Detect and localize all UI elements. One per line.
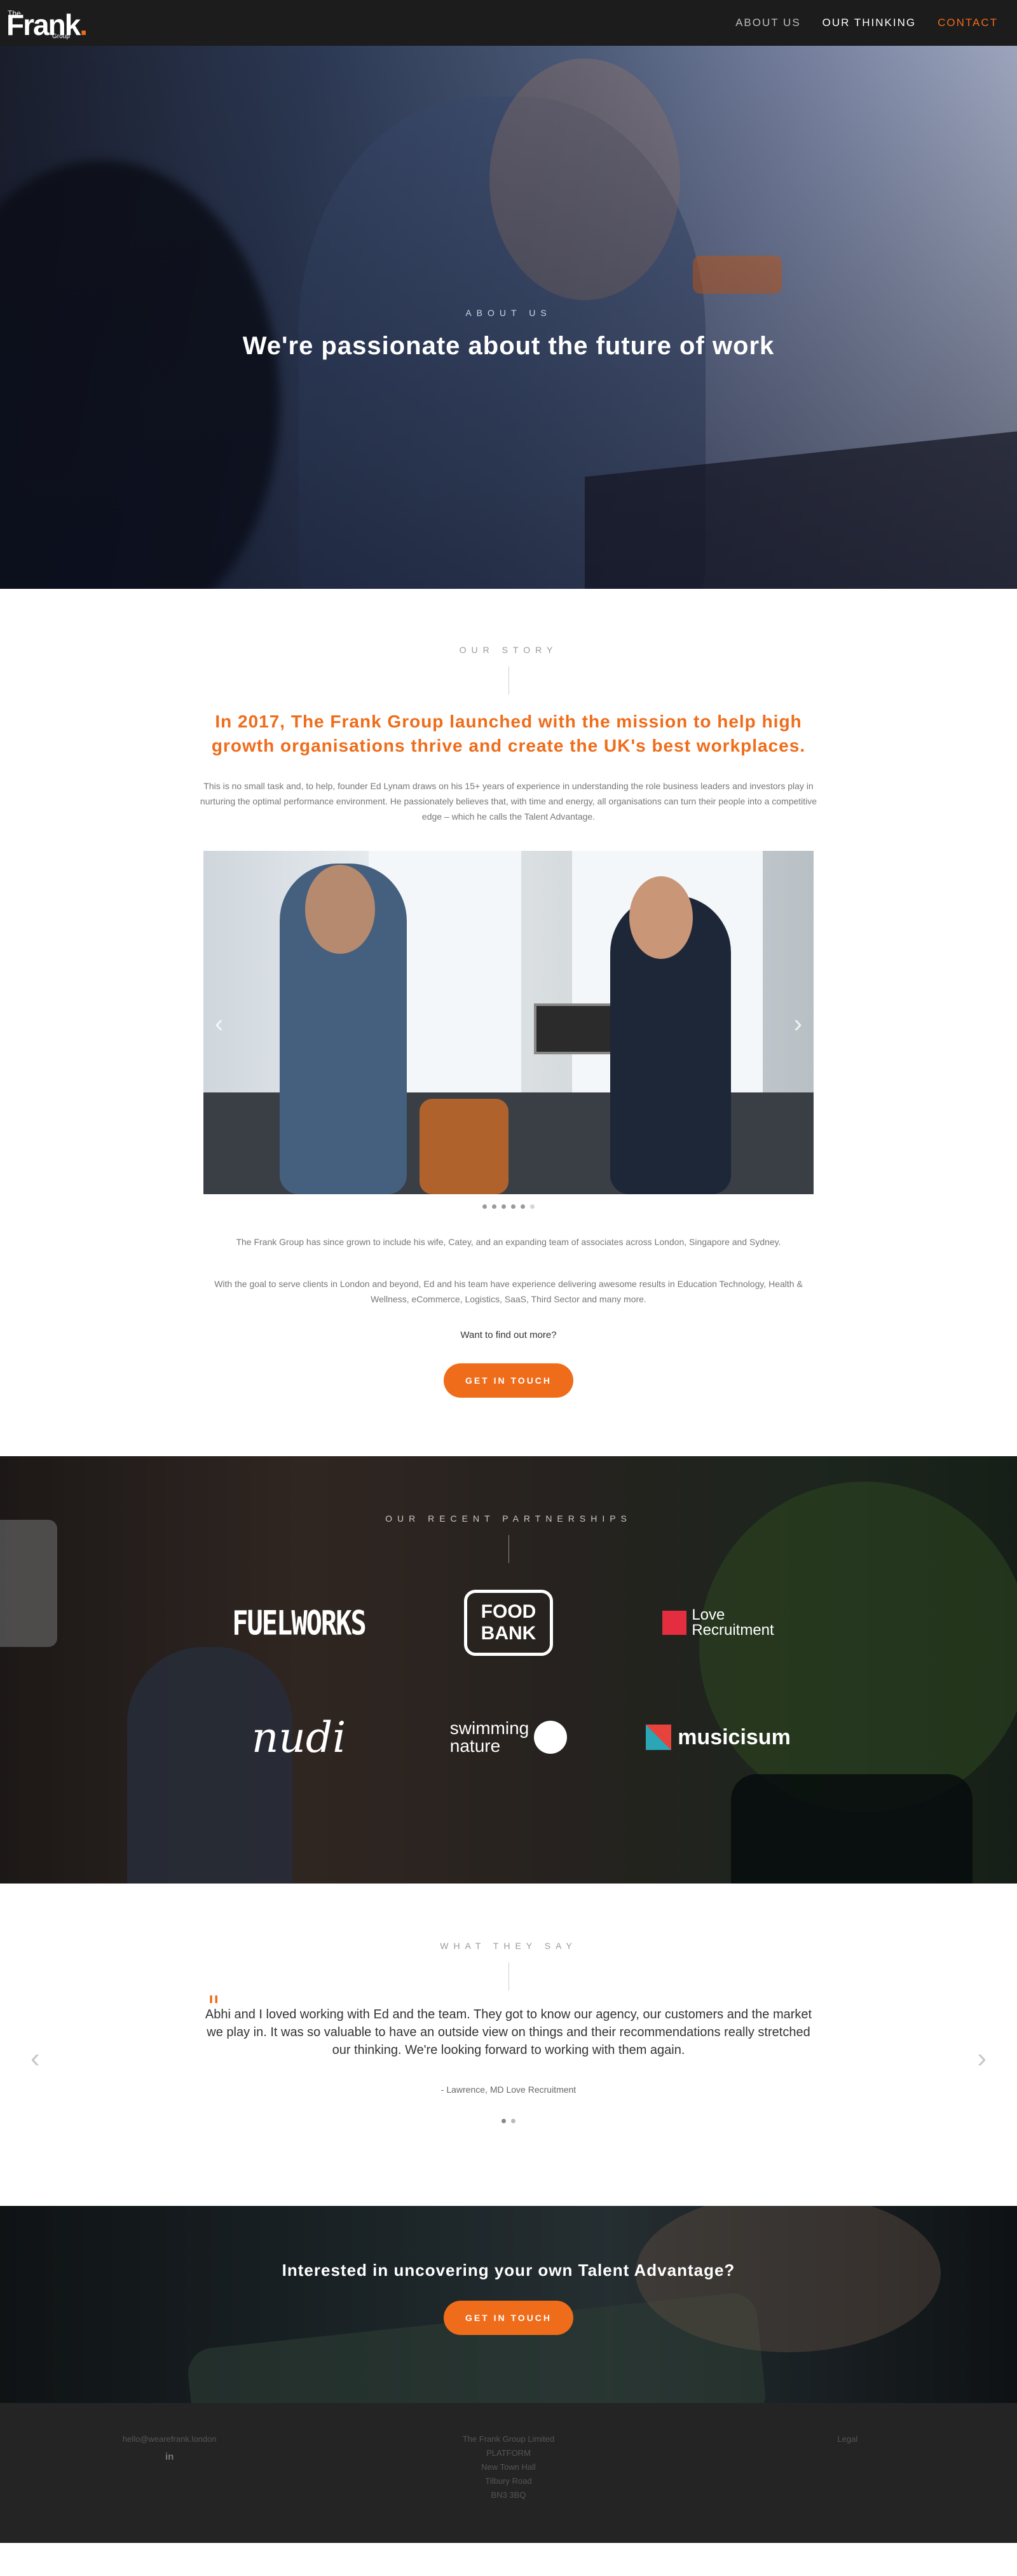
testimonial-dots[interactable] [0, 2119, 1017, 2123]
get-in-touch-button[interactable]: GET IN TOUCH [443, 1363, 574, 1398]
swimming-nature-logo: swimming nature [413, 1699, 604, 1775]
nav-our-thinking[interactable]: OUR THINKING [822, 17, 916, 29]
footer: hello@wearefrank.london in The Frank Gro… [0, 2403, 1017, 2543]
story-intro: This is no small task and, to help, foun… [200, 781, 817, 822]
love-recruitment-logo: Love Recruitment [623, 1585, 814, 1661]
carousel-dot[interactable] [511, 1204, 515, 1209]
nudi-logo: nudi [251, 1712, 346, 1762]
footer-email[interactable]: hello@wearefrank.london [0, 2432, 339, 2446]
story-eyebrow: OUR STORY [459, 645, 558, 655]
partners-eyebrow: OUR RECENT PARTNERSHIPS [385, 1513, 632, 1524]
logo-group: Group [52, 33, 70, 40]
testimonials-eyebrow: WHAT THEY SAY [440, 1941, 577, 1951]
divider-line [508, 1962, 509, 1990]
story-paragraph-1: The Frank Group has since grown to inclu… [236, 1237, 781, 1247]
fuelworks-logo: FUELWORKS [232, 1603, 367, 1643]
cta-title: Interested in uncovering your own Talent… [282, 2261, 735, 2280]
testimonial-prev-icon[interactable]: ‹ [31, 2042, 40, 2074]
testimonials-section: WHAT THEY SAY " Abhi and I loved working… [0, 1884, 1017, 2206]
musicisum-icon [646, 1725, 672, 1750]
carousel-photo-laptop [534, 1003, 617, 1054]
story-paragraph-2: With the goal to serve clients in London… [214, 1279, 803, 1304]
divider-line [508, 1535, 509, 1563]
carousel-dot[interactable] [502, 1204, 506, 1209]
divider-line [508, 666, 509, 694]
carousel-dot[interactable] [530, 1204, 535, 1209]
logo-frank: Frank. [6, 8, 88, 41]
cta-get-in-touch-button[interactable]: GET IN TOUCH [443, 2301, 574, 2335]
frank-group-logo[interactable]: The Frank. Group [6, 4, 95, 42]
carousel-dot[interactable] [492, 1204, 496, 1209]
carousel-photo-chair [420, 1099, 508, 1194]
swimming-nature-icon [534, 1721, 568, 1754]
testimonial-author: - Lawrence, MD Love Recruitment [440, 2084, 577, 2095]
our-story-section: OUR STORY In 2017, The Frank Group launc… [0, 589, 1017, 1398]
nav-contact[interactable]: CONTACT [938, 17, 998, 29]
carousel-dot[interactable] [511, 2119, 515, 2123]
carousel-dot[interactable] [482, 1204, 487, 1209]
testimonial-quote: " Abhi and I loved working with Ed and t… [205, 1990, 812, 2058]
linkedin-icon[interactable]: in [0, 2450, 339, 2464]
carousel-next-icon[interactable]: › [794, 1010, 802, 1038]
love-recruitment-icon [662, 1611, 687, 1635]
nav-about-us[interactable]: ABOUT US [735, 17, 801, 29]
footer-legal: Legal [678, 2432, 1017, 2543]
story-headline: In 2017, The Frank Group launched with t… [211, 712, 806, 755]
footer-contact: hello@wearefrank.london in [0, 2432, 339, 2543]
footer-address: The Frank Group Limited PLATFORM New Tow… [462, 2434, 555, 2500]
footer-legal-link[interactable]: Legal [678, 2432, 1017, 2446]
food-bank-logo: FOOD BANK [413, 1585, 604, 1661]
nav-links: ABOUT US OUR THINKING CONTACT [735, 17, 998, 29]
carousel-dots[interactable] [0, 1204, 1017, 1209]
cta-section: Interested in uncovering your own Talent… [0, 2206, 1017, 2403]
story-carousel[interactable]: ‹ › [203, 851, 814, 1194]
want-to-find-out-more: Want to find out more? [460, 1330, 557, 1340]
carousel-prev-icon[interactable]: ‹ [215, 1010, 223, 1038]
testimonial-next-icon[interactable]: › [977, 2042, 986, 2074]
carousel-dot[interactable] [502, 2119, 506, 2123]
top-nav: The Frank. Group ABOUT US OUR THINKING C… [0, 0, 1017, 46]
hero-title: We're passionate about the future of wor… [242, 332, 775, 360]
carousel-dot[interactable] [521, 1204, 525, 1209]
hero-section: ABOUT US We're passionate about the futu… [0, 46, 1017, 589]
musicisum-logo: musicisum [623, 1699, 814, 1775]
partnerships-section: OUR RECENT PARTNERSHIPS FUELWORKS FOOD BA… [0, 1456, 1017, 1884]
quote-mark-icon: " [207, 1990, 221, 2023]
partner-logo-grid: FUELWORKS FOOD BANK Love Recruitment nudi … [203, 1585, 814, 1775]
hero-eyebrow: ABOUT US [465, 308, 552, 318]
